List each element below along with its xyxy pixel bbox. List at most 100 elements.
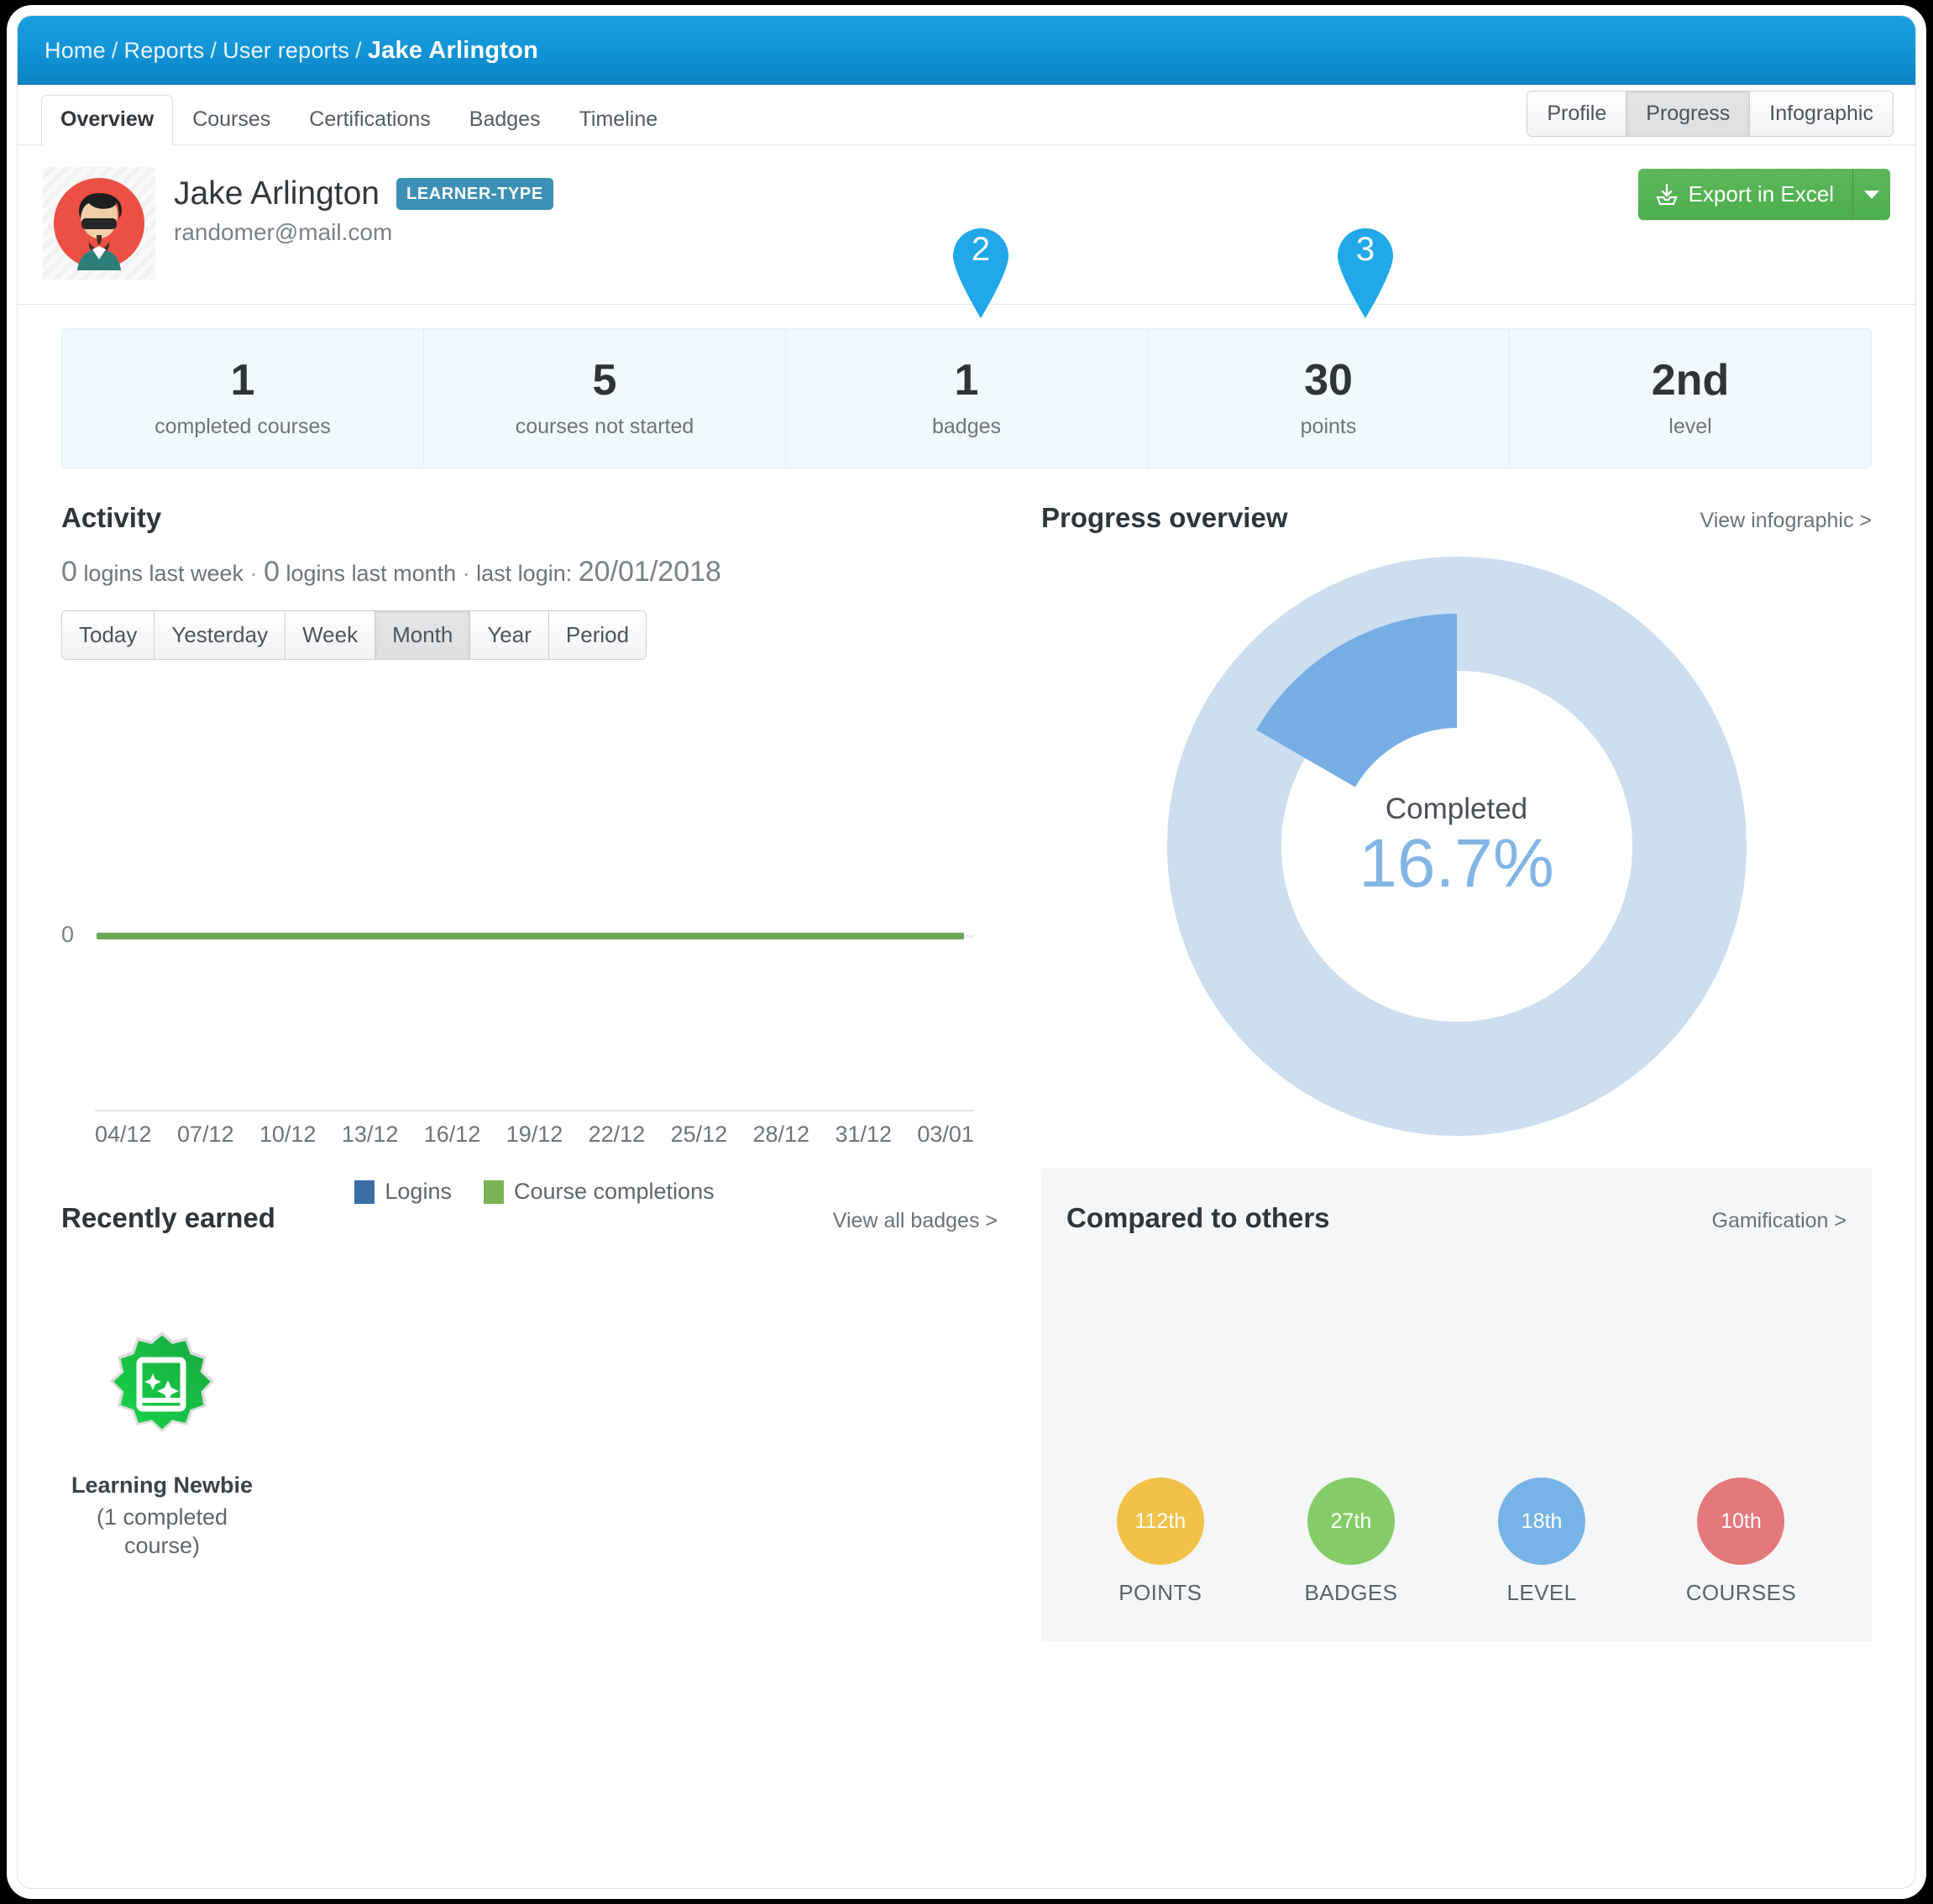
main-columns: Activity 0 logins last week · 0 logins l…	[18, 468, 1915, 1204]
range-today[interactable]: Today	[62, 611, 155, 659]
tab-timeline[interactable]: Timeline	[560, 95, 678, 145]
x-tick: 19/12	[506, 1122, 563, 1147]
donut-center-value: 16.7%	[1359, 824, 1554, 902]
logins-last-week-value: 0	[61, 556, 77, 588]
x-tick: 13/12	[341, 1122, 399, 1147]
badge-card[interactable]: Learning Newbie (1 completed course)	[61, 1328, 263, 1560]
excel-export-icon	[1656, 183, 1678, 205]
stat-value: 2nd	[1651, 356, 1730, 405]
stat-value: 1	[954, 356, 979, 405]
chart-legend: Logins Course completions	[95, 1179, 974, 1205]
annotation-pin-2: 2	[948, 226, 1014, 318]
view-mode-switch: Profile Progress Infographic	[1527, 91, 1894, 137]
range-period[interactable]: Period	[548, 611, 647, 659]
range-year[interactable]: Year	[470, 611, 549, 659]
stat-label: points	[1300, 414, 1357, 438]
export-button-group: Export in Excel	[1637, 169, 1890, 220]
y-axis-tick-0: 0	[61, 922, 75, 947]
last-login-date: 20/01/2018	[578, 556, 721, 588]
last-login-label: last login:	[476, 561, 573, 586]
badge-grid: Learning Newbie (1 completed course)	[61, 1234, 998, 1560]
comparison-courses[interactable]: 10th COURSES	[1686, 1478, 1796, 1606]
page-title: Jake Arlington	[174, 175, 380, 212]
tab-badges[interactable]: Badges	[450, 95, 560, 145]
x-tick: 22/12	[588, 1122, 646, 1147]
stat-level[interactable]: 2nd level	[1510, 329, 1871, 468]
stats-summary-row: 1 completed courses 5 courses not starte…	[61, 328, 1872, 468]
tab-courses[interactable]: Courses	[173, 95, 290, 145]
legend-item-course-completions[interactable]: Course completions	[483, 1179, 715, 1205]
compared-to-others-panel: Compared to others Gamification > 112th …	[1041, 1169, 1872, 1641]
tab-bar: Overview Courses Certifications Badges T…	[18, 85, 1915, 145]
compared-title: Compared to others	[1066, 1202, 1330, 1233]
progress-donut-chart: Completed 16.7%	[1166, 557, 1747, 1136]
activity-panel: Activity 0 logins last week · 0 logins l…	[61, 468, 998, 1204]
stat-label: badges	[931, 414, 1002, 438]
annotation-pin-3: 3	[1333, 226, 1398, 318]
donut-center-text: Completed 16.7%	[1359, 792, 1554, 900]
x-axis-labels: 04/12 07/12 10/12 13/12 16/12 19/12 22/1…	[95, 1122, 974, 1148]
breadcrumb-separator: /	[111, 37, 118, 63]
view-infographic-link[interactable]: View infographic >	[1700, 509, 1872, 533]
x-tick: 10/12	[259, 1122, 317, 1147]
tab-overview[interactable]: Overview	[41, 95, 174, 145]
avatar	[43, 167, 155, 280]
rank-circle: 10th	[1697, 1478, 1785, 1565]
progress-donut-wrapper: Completed 16.7%	[1041, 552, 1872, 1140]
breadcrumb-item-reports[interactable]: Reports	[124, 38, 205, 64]
badge-name: Learning Newbie	[71, 1472, 254, 1498]
x-tick: 25/12	[670, 1122, 728, 1147]
summary-separator: ·	[462, 561, 470, 586]
stat-label: level	[1668, 414, 1712, 438]
legend-swatch-icon	[483, 1180, 504, 1204]
tab-certifications[interactable]: Certifications	[290, 95, 450, 145]
stat-value: 30	[1304, 356, 1353, 405]
range-yesterday[interactable]: Yesterday	[155, 611, 286, 659]
legend-item-logins[interactable]: Logins	[354, 1179, 452, 1205]
comparison-level[interactable]: 18th LEVEL	[1498, 1478, 1586, 1606]
stat-label: completed courses	[155, 414, 331, 438]
view-mode-infographic[interactable]: Infographic	[1750, 92, 1893, 136]
range-week[interactable]: Week	[285, 611, 376, 659]
logins-last-month-value: 0	[264, 556, 280, 588]
app-window: Home / Reports / User reports / Jake Arl…	[17, 15, 1916, 1889]
stat-courses-not-started[interactable]: 5 courses not started	[424, 329, 786, 468]
screenshot-frame: Home / Reports / User reports / Jake Arl…	[7, 5, 1926, 1899]
range-month[interactable]: Month	[375, 611, 471, 659]
summary-separator: ·	[249, 561, 258, 586]
comparison-points[interactable]: 112th POINTS	[1116, 1478, 1204, 1606]
legend-label: Logins	[385, 1179, 452, 1204]
status-badge: LEARNER-TYPE	[396, 178, 553, 210]
rank-label: POINTS	[1118, 1580, 1202, 1605]
date-range-switch: Today Yesterday Week Month Year Period	[61, 610, 647, 660]
user-email: randomer@mail.com	[174, 219, 393, 245]
rank-circle: 18th	[1498, 1478, 1586, 1565]
breadcrumb-separator: /	[210, 37, 217, 63]
stat-completed-courses[interactable]: 1 completed courses	[62, 329, 424, 468]
annotation-pin-label: 2	[971, 231, 991, 268]
export-button-label: Export in Excel	[1688, 181, 1834, 207]
x-tick: 07/12	[176, 1122, 234, 1147]
chevron-down-icon	[1864, 190, 1879, 199]
x-axis-line	[95, 1110, 974, 1112]
activity-summary: 0 logins last week · 0 logins last month…	[61, 556, 998, 588]
series-course-completions-line	[97, 933, 964, 939]
breadcrumb-current: Jake Arlington	[367, 36, 538, 64]
progress-header: Progress overview View infographic >	[1041, 468, 1872, 534]
stat-points[interactable]: 30 points	[1148, 329, 1510, 468]
view-mode-progress[interactable]: Progress	[1627, 92, 1751, 136]
progress-title: Progress overview	[1041, 502, 1288, 533]
recently-earned-title: Recently earned	[61, 1202, 275, 1233]
export-dropdown-toggle[interactable]	[1853, 169, 1890, 220]
gamification-link[interactable]: Gamification >	[1712, 1209, 1847, 1233]
breadcrumb-item-home[interactable]: Home	[45, 38, 106, 64]
stat-label: courses not started	[515, 414, 694, 438]
view-mode-profile[interactable]: Profile	[1527, 92, 1627, 136]
view-all-badges-link[interactable]: View all badges >	[833, 1209, 998, 1233]
breadcrumb-item-user-reports[interactable]: User reports	[223, 38, 349, 64]
stat-badges[interactable]: 1 badges	[786, 329, 1148, 468]
recently-earned-panel: Recently earned View all badges > Learni…	[61, 1169, 998, 1641]
compared-header: Compared to others Gamification >	[1066, 1169, 1847, 1234]
comparison-badges[interactable]: 27th BADGES	[1305, 1478, 1398, 1606]
export-in-excel-button[interactable]: Export in Excel	[1637, 169, 1853, 220]
